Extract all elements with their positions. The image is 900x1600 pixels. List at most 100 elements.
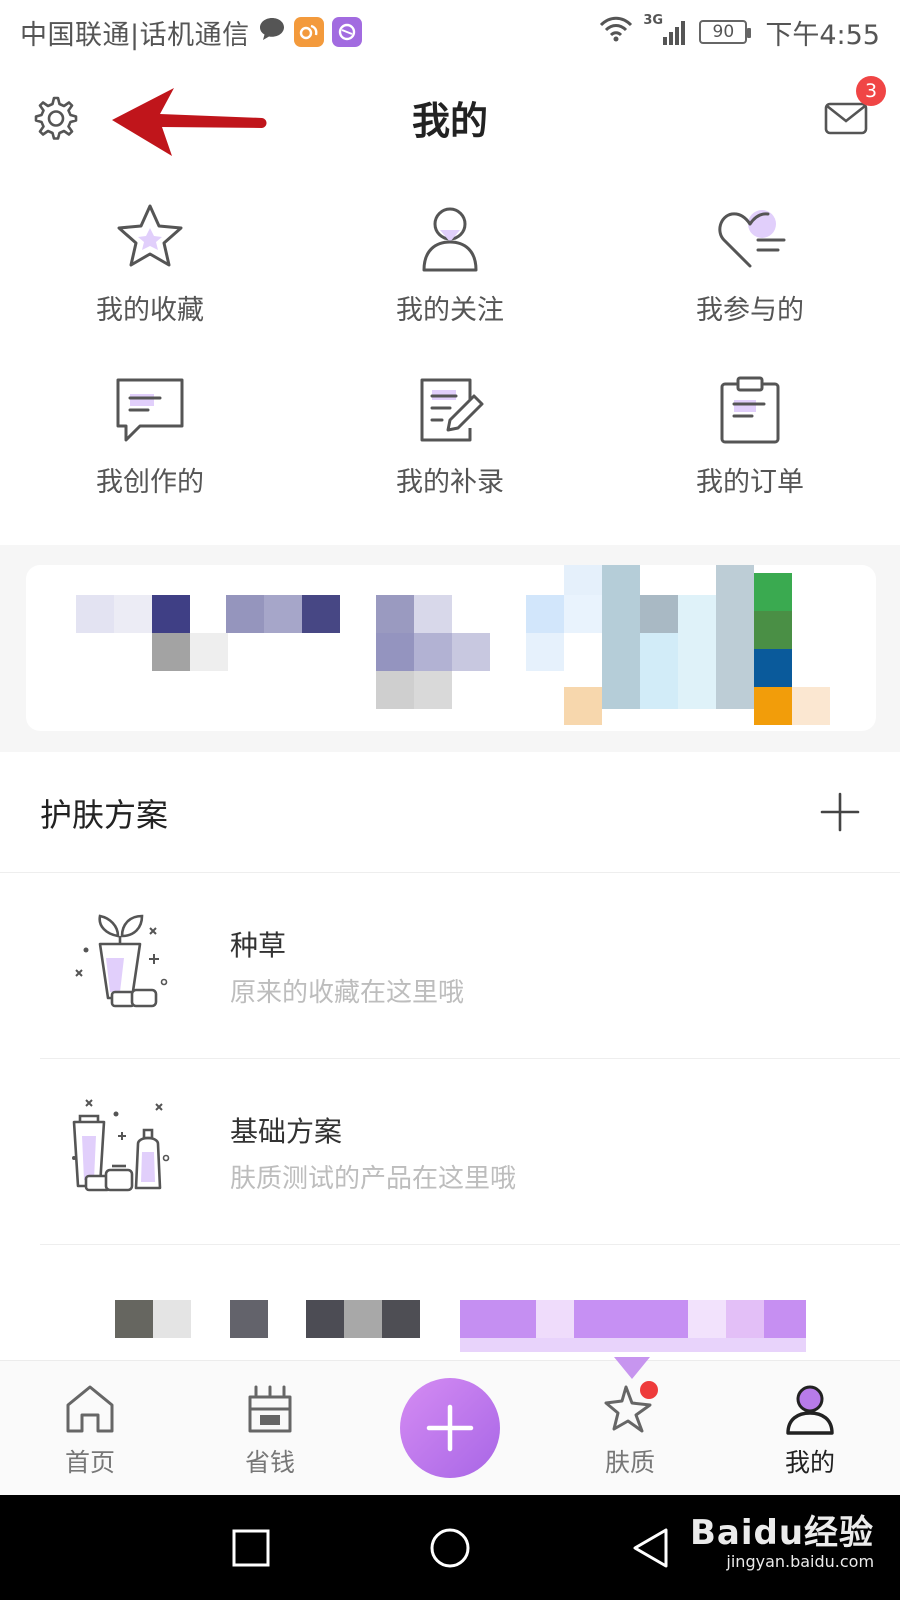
star-icon <box>117 204 183 267</box>
banner-tile <box>76 595 114 633</box>
promo-banner[interactable] <box>26 565 876 731</box>
square-icon <box>232 1529 270 1567</box>
tooltip-pointer <box>614 1357 650 1379</box>
bottom-navigation: 首页 省钱 肤质 我的 <box>0 1357 900 1495</box>
grid-item-following[interactable]: 我的关注 <box>300 200 600 350</box>
banner-tile <box>452 633 490 671</box>
banner-tile <box>640 633 678 709</box>
banner-tile <box>152 595 190 633</box>
banner-tile <box>564 687 602 725</box>
banner-tile <box>226 595 264 633</box>
banner-section <box>0 545 900 752</box>
nav-label: 省钱 <box>244 1448 295 1477</box>
plan-item-seeding[interactable]: 种草 原来的收藏在这里哦 <box>0 872 900 1058</box>
banner-tile <box>414 671 452 709</box>
plan-name: 种草 <box>230 929 287 962</box>
pixel-tile <box>115 1300 153 1338</box>
grid-item-supplement[interactable]: 我的补录 <box>300 372 600 522</box>
plant-bottle-icon <box>75 914 168 1008</box>
plan-description: 原来的收藏在这里哦 <box>230 978 465 1008</box>
triangle-back-icon <box>633 1528 668 1568</box>
pixel-tile <box>574 1300 688 1338</box>
recent-apps-button[interactable] <box>228 1525 274 1571</box>
list-divider <box>40 1244 900 1245</box>
nav-mine[interactable]: 我的 <box>750 1381 870 1479</box>
chat-bubble-icon <box>116 378 184 442</box>
status-bar: 中国联通|话机通信 3G 90 下午4:55 <box>0 0 900 64</box>
clock: 下午4:55 <box>765 19 880 51</box>
nav-label: 首页 <box>64 1448 115 1477</box>
banner-tile <box>754 611 792 649</box>
clipboard-icon <box>720 376 780 444</box>
plan-description: 肤质测试的产品在这里哦 <box>230 1164 517 1194</box>
notification-dot <box>640 1381 658 1399</box>
circle-icon <box>430 1528 470 1568</box>
banner-tile <box>152 633 190 671</box>
signal-icon: 3G <box>643 13 689 47</box>
back-button[interactable] <box>628 1525 674 1571</box>
heart-icon <box>718 210 786 268</box>
edit-note-icon <box>420 378 484 442</box>
chat-notification-icon <box>258 16 286 49</box>
nav-skin[interactable]: 肤质 <box>570 1381 690 1479</box>
header: 我的 3 <box>0 64 900 174</box>
pixel-tile <box>688 1300 726 1338</box>
nav-save-money[interactable]: 省钱 <box>210 1381 330 1479</box>
grid-label: 我的关注 <box>396 295 504 326</box>
system-navigation-bar: Baidu经验 jingyan.baidu.com <box>0 1495 900 1600</box>
pixel-tile <box>726 1300 764 1338</box>
grid-label: 我的补录 <box>396 467 504 498</box>
profile-page: 中国联通|话机通信 3G 90 下午4:55 我的 3 我的收藏 我的关注 我参… <box>0 0 900 1600</box>
banner-tile <box>526 633 564 671</box>
banner-tile <box>376 633 414 671</box>
pixel-tile <box>460 1338 806 1352</box>
banner-tile <box>602 565 640 709</box>
plus-icon <box>426 1404 474 1452</box>
banner-tile <box>376 595 414 633</box>
shortcut-grid: 我的收藏 我的关注 我参与的 我创作的 我的补录 我的订单 <box>0 200 900 530</box>
grid-item-created[interactable]: 我创作的 <box>0 372 300 522</box>
status-indicators: 3G 90 下午4:55 <box>599 13 880 52</box>
plan-item-basic[interactable]: 基础方案 肤质测试的产品在这里哦 <box>0 1058 900 1244</box>
plus-icon <box>820 792 860 832</box>
person-icon <box>422 207 478 272</box>
pixel-tile <box>230 1300 268 1338</box>
coupon-icon <box>248 1385 292 1433</box>
baidu-jingyan-watermark: Baidu经验 jingyan.baidu.com <box>690 1505 874 1571</box>
pixel-tile <box>536 1300 574 1338</box>
banner-tile <box>754 687 792 725</box>
grid-item-participated[interactable]: 我参与的 <box>600 200 900 350</box>
pixel-tile <box>382 1300 420 1338</box>
banner-tile <box>678 595 716 709</box>
banner-tile <box>302 595 340 633</box>
battery-indicator: 90 <box>699 20 752 44</box>
carrier-name: 中国联通|话机通信 <box>20 19 250 51</box>
message-count-badge: 3 <box>856 76 886 106</box>
nav-home[interactable]: 首页 <box>30 1381 150 1479</box>
wifi-icon <box>599 16 633 49</box>
pixel-tile <box>460 1300 536 1338</box>
pixel-tile <box>764 1300 806 1338</box>
home-icon <box>66 1385 114 1433</box>
create-post-button[interactable] <box>400 1378 500 1478</box>
banner-tile <box>792 687 830 725</box>
pixel-tile <box>344 1300 382 1338</box>
pixel-tile <box>306 1300 344 1338</box>
banner-tile <box>564 595 602 633</box>
grid-item-favorites[interactable]: 我的收藏 <box>0 200 300 350</box>
banner-tile <box>190 633 228 671</box>
skincare-bottles-icon <box>72 1099 170 1192</box>
nav-label: 我的 <box>784 1448 835 1477</box>
user-icon <box>786 1385 834 1435</box>
home-button[interactable] <box>427 1525 473 1571</box>
banner-tile <box>264 595 302 633</box>
banner-tile <box>414 595 452 633</box>
pixel-tile <box>153 1300 191 1338</box>
section-title-skin-plan: 护肤方案 <box>40 796 169 834</box>
banner-tile <box>754 573 792 611</box>
add-plan-button[interactable] <box>818 790 862 834</box>
banner-tile <box>754 649 792 687</box>
grid-label: 我参与的 <box>696 295 804 326</box>
banner-tile <box>526 595 564 633</box>
grid-item-orders[interactable]: 我的订单 <box>600 372 900 522</box>
